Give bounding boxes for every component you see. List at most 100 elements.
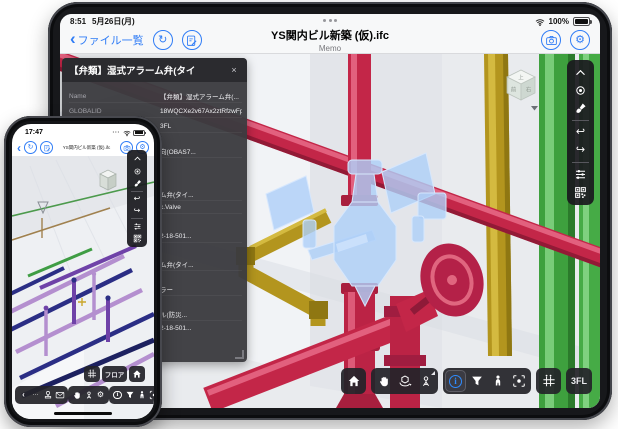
property-row: Name【弁類】湿式アラーム弁(... [69, 90, 242, 103]
back-chevron-icon: ‹ [70, 32, 76, 46]
toolbar-group-tools: i [443, 368, 531, 394]
toolbar-group-floor: 3FL [566, 368, 592, 394]
phone-walkthrough-button[interactable] [136, 388, 147, 403]
toolbar-divider [572, 162, 589, 163]
phone-reload-button[interactable]: ↻ [24, 141, 37, 154]
cellular-dots-icon: ··· [113, 130, 121, 136]
memo-subtitle: Memo [255, 44, 405, 53]
right-toolbar: ↩ ↪ [567, 60, 594, 205]
phone-toolbar-group-tools: i [109, 386, 154, 404]
phone-toolbar-group-navigation: ⚙ [68, 386, 109, 404]
phone-collapse-button[interactable]: ‹ [18, 388, 29, 403]
back-label: ファイル一覧 [78, 32, 144, 48]
phone-floor-row: フロア [84, 366, 145, 382]
phone-bottom-toolbar: ‹ ··· ⚙ i [15, 386, 147, 404]
section-grid-button[interactable] [538, 370, 559, 392]
undo-button[interactable]: ↩ [571, 125, 590, 140]
focus-selection-button[interactable] [508, 370, 529, 392]
view-cube-face-top: 上 [518, 74, 524, 82]
phone-collapse-toolbar-button[interactable] [130, 153, 144, 164]
filter-button[interactable] [466, 370, 487, 392]
back-to-file-list-button[interactable]: ‹ ファイル一覧 [70, 32, 144, 48]
orbit-button[interactable] [394, 370, 415, 392]
phone-floor-selector-button[interactable]: フロア [102, 366, 127, 382]
phone-view-cube[interactable] [100, 170, 116, 190]
phone-home-indicator[interactable] [54, 412, 112, 416]
memo-clipboard-button[interactable] [182, 30, 202, 50]
property-panel-title: 【弁類】湿式アラーム弁(タイ [69, 63, 228, 77]
toolbar-group-navigation [371, 368, 438, 394]
phone-redo-button[interactable]: ↪ [130, 206, 144, 217]
view-cube-dropdown-caret[interactable] [531, 106, 538, 111]
phone-mail-button[interactable] [54, 388, 65, 403]
floor-selector-button[interactable]: 3FL [568, 370, 590, 392]
phone-section-grid-button[interactable] [84, 366, 100, 382]
phone-stamp-button[interactable] [42, 388, 53, 403]
home-view-button[interactable] [343, 370, 364, 392]
toolbar-divider [131, 191, 143, 192]
phone-undo-button[interactable]: ↩ [130, 193, 144, 204]
pan-hand-button[interactable] [373, 370, 394, 392]
phone-right-toolbar: ↩ ↪ [127, 150, 147, 247]
phone-paint-brush-button[interactable] [130, 178, 144, 189]
phone-pan-hand-button[interactable] [71, 388, 82, 403]
phone-display-settings-button[interactable] [130, 221, 144, 232]
phone-filter-button[interactable] [124, 388, 135, 403]
phone-wifi-icon [123, 129, 131, 137]
qr-code-button[interactable] [571, 185, 590, 200]
measure-submenu-badge [431, 371, 435, 375]
phone-status-bar: 17:47 ··· [25, 127, 145, 138]
phone-focus-selection-button[interactable] [148, 388, 154, 403]
phone-device: 17:47 ··· ‹ ↻ YS関内ビル新築 (仮).ifc ⚙ [4, 116, 162, 427]
phone-measure-button[interactable] [83, 388, 94, 403]
stage: 上 前 右 ↩ ↪ [0, 0, 618, 429]
panel-resize-handle[interactable] [235, 350, 244, 359]
phone-back-button[interactable]: ‹ [17, 142, 21, 154]
phone-clock: 17:47 [25, 129, 43, 136]
walkthrough-button[interactable] [487, 370, 508, 392]
redo-button[interactable]: ↪ [571, 143, 590, 158]
phone-memo-clipboard-button[interactable] [40, 141, 53, 154]
measure-button[interactable] [415, 370, 436, 392]
view-cube[interactable]: 上 前 右 [501, 66, 541, 112]
gear-icon: ⚙ [575, 35, 585, 46]
toolbar-divider [131, 218, 143, 219]
battery-percent: 100% [549, 17, 569, 26]
display-settings-button[interactable] [571, 167, 590, 182]
target-select-button[interactable] [571, 83, 590, 98]
wifi-icon [535, 17, 545, 27]
battery-icon [573, 17, 590, 26]
phone-home-view-button[interactable] [129, 366, 145, 382]
undo-icon: ↩ [576, 127, 585, 138]
phone-more-button[interactable]: ··· [30, 388, 41, 403]
bottom-toolbar: i 3FL [341, 368, 592, 394]
info-button[interactable]: i [445, 370, 466, 392]
view-cube-face-left: 前 [511, 86, 517, 94]
toolbar-divider [572, 120, 589, 121]
toolbar-group-home [341, 368, 366, 394]
collapse-toolbar-button[interactable] [571, 65, 590, 80]
snapshot-camera-button[interactable] [541, 30, 561, 50]
phone-file-title: YS関内ビル新築 (仮).ifc [56, 145, 117, 151]
phone-screen: 17:47 ··· ‹ ↻ YS関内ビル新築 (仮).ifc ⚙ [12, 124, 154, 419]
toolbar-group-section [536, 368, 561, 394]
info-icon: i [449, 375, 462, 388]
phone-toolbar-group-annotate: ‹ ··· [15, 386, 68, 404]
ipad-clock: 8:51 [70, 17, 86, 26]
settings-gear-button[interactable]: ⚙ [570, 30, 590, 50]
property-panel-header[interactable]: 【弁類】湿式アラーム弁(タイ × [62, 58, 247, 82]
paint-brush-button[interactable] [571, 101, 590, 116]
phone-settings-button[interactable]: ⚙ [95, 388, 106, 403]
title-box: YS関内ビル新築 (仮).ifc Memo [255, 27, 405, 53]
redo-icon: ↪ [576, 145, 585, 156]
reload-button[interactable]: ↻ [153, 30, 173, 50]
file-title: YS関内ビル新築 (仮).ifc [255, 27, 405, 43]
phone-battery-icon [133, 130, 145, 136]
phone-info-button[interactable]: i [112, 388, 123, 403]
phone-target-select-button[interactable] [130, 166, 144, 177]
reload-icon: ↻ [158, 35, 167, 46]
phone-qr-code-button[interactable] [130, 233, 144, 244]
ipad-nav-bar: ‹ ファイル一覧 ↻ YS関内ビル新築 (仮).ifc Memo ⚙ [60, 27, 600, 53]
panel-close-button[interactable]: × [228, 65, 240, 75]
view-cube-face-right: 右 [526, 86, 532, 94]
